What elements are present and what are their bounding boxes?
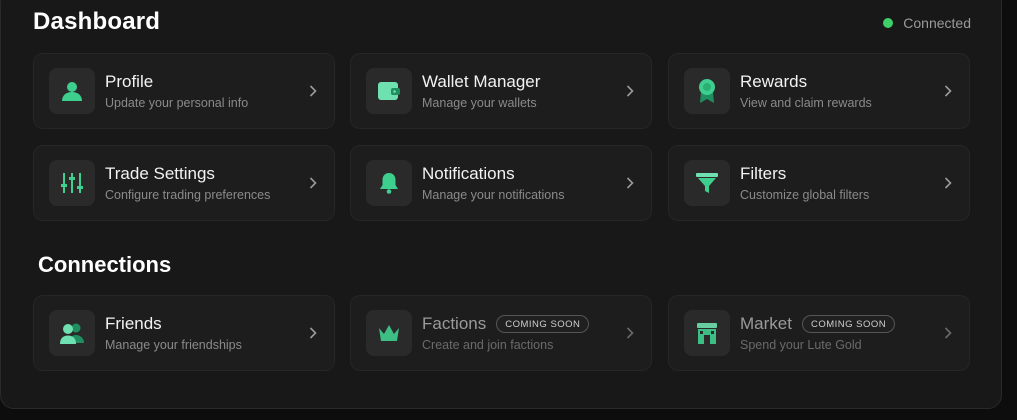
chevron-right-icon xyxy=(941,174,955,192)
card-title: Factions xyxy=(422,314,487,333)
card-title: Trade Settings xyxy=(105,164,215,183)
card-description: Create and join factions xyxy=(422,338,554,352)
market-card[interactable]: Market COMING SOON Spend your Lute Gold xyxy=(668,295,970,371)
profile-card[interactable]: Profile Update your personal info xyxy=(33,53,335,129)
status-dot-icon xyxy=(883,18,894,28)
card-title: Filters xyxy=(740,164,787,183)
card-description: Manage your wallets xyxy=(422,96,537,110)
page-title: Dashboard xyxy=(33,8,161,35)
chevron-right-icon xyxy=(941,324,955,342)
card-description: View and claim rewards xyxy=(740,96,872,110)
card-title: Wallet Manager xyxy=(422,72,541,91)
coming-soon-badge: COMING SOON xyxy=(496,315,590,333)
friends-card[interactable]: Friends Manage your friendships xyxy=(33,295,335,371)
connection-status: Connected xyxy=(883,15,971,31)
chevron-right-icon xyxy=(306,324,320,342)
chevron-right-icon xyxy=(623,82,637,100)
trade-settings-card[interactable]: Trade Settings Configure trading prefere… xyxy=(33,145,335,221)
chevron-right-icon xyxy=(623,174,637,192)
card-description: Spend your Lute Gold xyxy=(740,338,862,352)
wallet-manager-card[interactable]: Wallet Manager Manage your wallets xyxy=(350,53,652,129)
rewards-card[interactable]: Rewards View and claim rewards xyxy=(668,53,970,129)
card-description: Manage your notifications xyxy=(422,188,565,202)
card-description: Configure trading preferences xyxy=(105,188,271,202)
bell-icon xyxy=(366,160,412,206)
section-title-connections: Connections xyxy=(38,252,172,277)
wallet-icon xyxy=(366,68,412,114)
factions-card[interactable]: Factions COMING SOON Create and join fac… xyxy=(350,295,652,371)
card-title: Friends xyxy=(105,314,162,333)
chevron-right-icon xyxy=(306,82,320,100)
sliders-icon xyxy=(49,160,95,206)
card-description: Update your personal info xyxy=(105,96,249,110)
card-title: Market xyxy=(740,314,792,333)
card-description: Manage your friendships xyxy=(105,338,242,352)
chevron-right-icon xyxy=(306,174,320,192)
card-title: Rewards xyxy=(740,72,808,91)
user-icon xyxy=(49,68,95,114)
status-text: Connected xyxy=(903,15,971,31)
funnel-icon xyxy=(684,160,730,206)
notifications-card[interactable]: Notifications Manage your notifications xyxy=(350,145,652,221)
medal-icon xyxy=(684,68,730,114)
coming-soon-badge: COMING SOON xyxy=(801,315,896,333)
store-icon xyxy=(684,310,730,356)
crown-icon xyxy=(366,310,412,356)
chevron-right-icon xyxy=(623,324,637,342)
filters-card[interactable]: Filters Customize global filters xyxy=(668,145,970,221)
chevron-right-icon xyxy=(941,82,955,100)
card-title: Notifications xyxy=(422,164,515,183)
friends-icon xyxy=(49,310,95,356)
card-description: Customize global filters xyxy=(740,188,870,202)
card-title: Profile xyxy=(105,72,154,91)
